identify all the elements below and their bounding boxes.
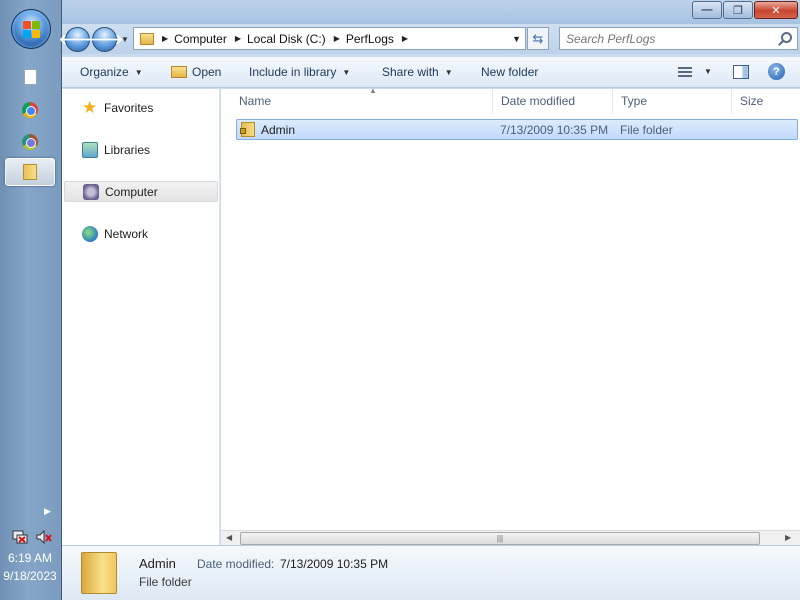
minimize-button[interactable]: — xyxy=(692,1,722,19)
preview-pane-icon[interactable] xyxy=(733,65,749,79)
network-tray-icon[interactable] xyxy=(12,530,28,544)
organize-label: Organize xyxy=(80,65,129,79)
taskbar-app-chrome-canary[interactable] xyxy=(5,128,55,156)
chevron-down-icon: ▼ xyxy=(342,67,351,77)
nav-item-favorites[interactable]: ★ Favorites xyxy=(64,97,218,118)
new-folder-button[interactable]: New folder xyxy=(481,65,538,79)
nav-item-label: Favorites xyxy=(104,100,154,115)
sort-ascending-icon: ▲ xyxy=(369,86,377,95)
column-header-size[interactable]: Size xyxy=(732,89,800,113)
breadcrumb-computer[interactable]: Computer xyxy=(174,32,227,46)
share-with-label: Share with xyxy=(382,65,439,79)
nav-item-label: Libraries xyxy=(104,142,151,157)
start-button[interactable] xyxy=(11,9,51,49)
nav-item-network[interactable]: Network xyxy=(64,223,218,244)
column-label: Type xyxy=(621,94,648,108)
clock-date[interactable]: 9/18/2023 xyxy=(0,569,60,583)
search-input[interactable] xyxy=(560,28,770,49)
details-pane: Admin File folder Date modified: 7/13/20… xyxy=(62,545,800,600)
volume-muted-icon[interactable] xyxy=(36,530,52,544)
taskbar-app-explorer[interactable] xyxy=(5,158,55,186)
details-modified-label: Date modified: xyxy=(197,557,275,571)
horizontal-scrollbar[interactable]: ◀ ||| ▶ xyxy=(221,530,800,545)
scrollbar-thumb[interactable]: ||| xyxy=(240,532,760,545)
chevron-down-icon: ▼ xyxy=(134,67,143,77)
column-header-type[interactable]: Type xyxy=(613,89,732,113)
column-header-date-modified[interactable]: Date modified xyxy=(493,89,613,113)
close-button[interactable]: ✕ xyxy=(754,1,798,19)
libraries-icon xyxy=(82,141,98,158)
search-box[interactable] xyxy=(559,27,798,50)
change-view-icon[interactable] xyxy=(678,67,692,78)
maximize-button[interactable]: ❐ xyxy=(723,1,753,19)
details-modified-value: 7/13/2009 10:35 PM xyxy=(280,557,389,571)
title-bar[interactable]: — ❐ ✕ xyxy=(62,0,800,24)
refresh-button[interactable]: ⇆ xyxy=(527,27,549,50)
network-icon xyxy=(82,225,98,242)
computer-icon xyxy=(83,183,99,200)
crumb-separator-icon[interactable]: ▶ xyxy=(162,34,168,43)
document-icon xyxy=(23,69,37,85)
favorites-star-icon: ★ xyxy=(82,97,98,117)
show-hidden-icons-arrow-icon[interactable]: ▶ xyxy=(44,506,51,517)
details-item-name: Admin xyxy=(139,556,176,571)
file-name: Admin xyxy=(261,123,296,137)
column-label: Date modified xyxy=(501,94,576,108)
share-with-button[interactable]: Share with ▼ xyxy=(382,65,453,79)
more-options-chevron-icon[interactable]: ▼ xyxy=(704,67,712,76)
nav-item-computer[interactable]: Computer xyxy=(64,181,218,202)
crumb-separator-icon[interactable]: ▶ xyxy=(402,34,408,43)
taskbar-app-chrome[interactable] xyxy=(5,96,55,124)
chrome-canary-icon xyxy=(22,134,38,150)
taskbar: ▶ 6:19 AM 9/18/2023 xyxy=(0,0,62,600)
breadcrumb-local-disk[interactable]: Local Disk (C:) xyxy=(247,32,326,46)
taskbar-app-document[interactable] xyxy=(5,63,55,91)
chrome-icon xyxy=(22,102,38,118)
open-folder-icon xyxy=(171,66,187,78)
open-button[interactable]: Open xyxy=(171,65,221,79)
nav-item-libraries[interactable]: Libraries xyxy=(64,139,218,160)
organize-button[interactable]: Organize ▼ xyxy=(80,65,143,79)
clock-time[interactable]: 6:19 AM xyxy=(0,551,60,565)
file-type: File folder xyxy=(620,123,673,137)
scroll-right-arrow-icon[interactable]: ▶ xyxy=(785,533,791,542)
address-bar[interactable]: ▶ Computer ▶ Local Disk (C:) ▶ PerfLogs … xyxy=(133,27,526,50)
help-icon[interactable]: ? xyxy=(768,63,785,80)
forward-button[interactable]: 🡒 xyxy=(86,27,123,52)
chevron-down-icon: ▼ xyxy=(444,67,453,77)
file-list: Name ▲ Date modified Type Size Admin 7/1… xyxy=(221,86,800,530)
nav-item-label: Network xyxy=(104,226,149,241)
include-in-library-label: Include in library xyxy=(249,65,337,79)
column-label: Size xyxy=(740,94,764,108)
explorer-folder-icon xyxy=(23,164,37,180)
include-in-library-button[interactable]: Include in library ▼ xyxy=(249,65,350,79)
open-label: Open xyxy=(192,65,222,79)
folder-icon-large xyxy=(81,552,117,594)
navigation-bar: 🡐 🡒 ▼ ▶ Computer ▶ Local Disk (C:) ▶ Per… xyxy=(59,24,800,54)
lock-icon xyxy=(240,128,246,134)
details-item-type: File folder xyxy=(139,575,192,589)
navigation-pane: ★ Favorites Libraries Computer Network xyxy=(62,89,220,545)
column-label: Name xyxy=(239,94,272,108)
column-header-name[interactable]: Name ▲ xyxy=(231,86,493,113)
nav-item-label: Computer xyxy=(105,184,158,199)
command-bar: Organize ▼ Open Include in library ▼ Sha… xyxy=(62,57,800,88)
file-date-modified: 7/13/2009 10:35 PM xyxy=(500,123,609,137)
scroll-left-arrow-icon[interactable]: ◀ xyxy=(226,533,232,542)
file-row-admin[interactable]: Admin 7/13/2009 10:35 PM File folder xyxy=(236,119,798,140)
recent-pages-dropdown-icon[interactable]: ▼ xyxy=(121,35,129,44)
new-folder-label: New folder xyxy=(481,65,539,79)
breadcrumb-perflogs[interactable]: PerfLogs xyxy=(346,32,394,46)
folder-icon xyxy=(140,32,154,45)
explorer-window: — ❐ ✕ 🡐 🡒 ▼ ▶ Computer ▶ Local Disk (C:)… xyxy=(59,0,800,600)
crumb-separator-icon[interactable]: ▶ xyxy=(235,34,241,43)
crumb-separator-icon[interactable]: ▶ xyxy=(334,34,340,43)
windows-logo-icon xyxy=(23,21,41,39)
search-icon[interactable] xyxy=(781,32,792,43)
address-history-dropdown-icon[interactable]: ▼ xyxy=(512,34,521,44)
